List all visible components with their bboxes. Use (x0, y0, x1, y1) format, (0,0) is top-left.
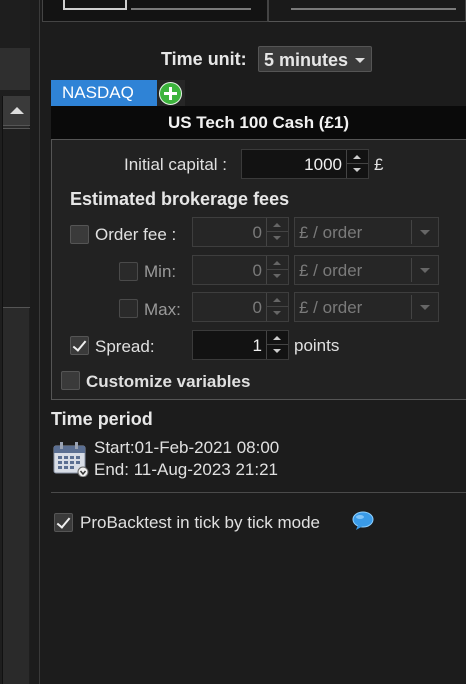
select-separator (411, 220, 412, 244)
select-separator (411, 258, 412, 282)
stepper-up-icon[interactable] (267, 293, 288, 307)
tick-mode-label: ProBacktest in tick by tick mode (80, 513, 320, 532)
chevron-down-icon (420, 268, 430, 273)
left-panel-strip (0, 0, 30, 684)
min-fee-unit-select[interactable]: £ / order (294, 255, 439, 285)
initial-capital-input[interactable]: 1000 (241, 149, 369, 179)
stepper-up-icon[interactable] (267, 256, 288, 270)
stepper-up-icon[interactable] (347, 150, 368, 164)
top-tab-right[interactable] (268, 0, 466, 22)
brokerage-fees-title: Estimated brokerage fees (70, 189, 290, 209)
min-fee-checkbox[interactable] (119, 262, 138, 281)
scroll-up-arrow-icon[interactable] (3, 96, 30, 126)
max-fee-unit: £ / order (299, 298, 363, 317)
customize-variables-label: Customize variables (86, 372, 251, 391)
plus-icon (159, 82, 182, 105)
stepper-up-icon[interactable] (267, 331, 288, 345)
start-date: Start:01-Feb-2021 08:00 (94, 438, 280, 457)
max-fee-label: Max: (144, 300, 181, 319)
time-unit-select[interactable]: 5 minutes (258, 46, 372, 72)
time-unit-value: 5 minutes (264, 50, 349, 70)
spread-stepper[interactable] (266, 331, 288, 359)
calendar-icon[interactable] (53, 441, 89, 477)
currency-symbol: £ (374, 155, 384, 174)
tab-nasdaq[interactable]: NASDAQ (51, 80, 157, 106)
spread-checkbox[interactable] (70, 336, 89, 355)
stepper-up-icon[interactable] (267, 218, 288, 232)
order-fee-input[interactable]: 0 (192, 217, 289, 247)
left-panel-band (0, 48, 30, 90)
section-divider (51, 492, 466, 493)
max-fee-unit-select[interactable]: £ / order (294, 292, 439, 322)
stepper-down-icon[interactable] (347, 164, 368, 178)
end-date: End: 11-Aug-2023 21:21 (94, 460, 278, 479)
add-market-button[interactable] (157, 80, 185, 106)
chevron-down-icon (420, 230, 430, 235)
scroll-thumb[interactable] (3, 128, 30, 308)
ruler-line (291, 8, 456, 10)
time-period-title: Time period (51, 409, 153, 429)
max-fee-stepper[interactable] (266, 293, 288, 321)
table-icon (63, 0, 127, 10)
min-fee-input[interactable]: 0 (192, 255, 289, 285)
initial-capital-label: Initial capital : (124, 155, 227, 174)
spread-unit-label: points (294, 336, 340, 355)
capital-stepper[interactable] (346, 150, 368, 178)
max-fee-input[interactable]: 0 (192, 292, 289, 322)
panel-divider (39, 0, 40, 684)
chat-bubble-icon[interactable] (352, 511, 374, 531)
min-fee-stepper[interactable] (266, 256, 288, 284)
initial-capital-value: 1000 (304, 155, 342, 174)
chevron-down-icon (420, 305, 430, 310)
customize-variables-checkbox[interactable] (61, 371, 80, 390)
spread-label: Spread: (95, 337, 155, 356)
order-fee-unit: £ / order (299, 223, 363, 242)
order-fee-label: Order fee : (95, 225, 177, 244)
tick-mode-checkbox[interactable] (54, 513, 73, 532)
instrument-title: US Tech 100 Cash (£1) (51, 106, 466, 140)
order-fee-value: 0 (252, 223, 262, 242)
max-fee-value: 0 (252, 298, 262, 317)
min-fee-value: 0 (252, 261, 262, 280)
stepper-down-icon[interactable] (267, 307, 288, 321)
spread-input[interactable]: 1 (192, 330, 289, 360)
left-scrollbar[interactable] (2, 96, 30, 684)
time-unit-label: Time unit: (161, 49, 247, 69)
max-fee-checkbox[interactable] (119, 299, 138, 318)
ruler-line (131, 8, 251, 10)
order-fee-stepper[interactable] (266, 218, 288, 246)
min-fee-unit: £ / order (299, 261, 363, 280)
stepper-down-icon[interactable] (267, 232, 288, 246)
select-separator (411, 295, 412, 319)
stepper-down-icon[interactable] (267, 270, 288, 284)
spread-value: 1 (252, 336, 262, 355)
top-tab-left[interactable] (42, 0, 268, 22)
order-fee-checkbox[interactable] (70, 225, 89, 244)
min-fee-label: Min: (144, 262, 177, 281)
stepper-down-icon[interactable] (267, 345, 288, 359)
order-fee-unit-select[interactable]: £ / order (294, 217, 439, 247)
chevron-down-icon (355, 58, 365, 63)
